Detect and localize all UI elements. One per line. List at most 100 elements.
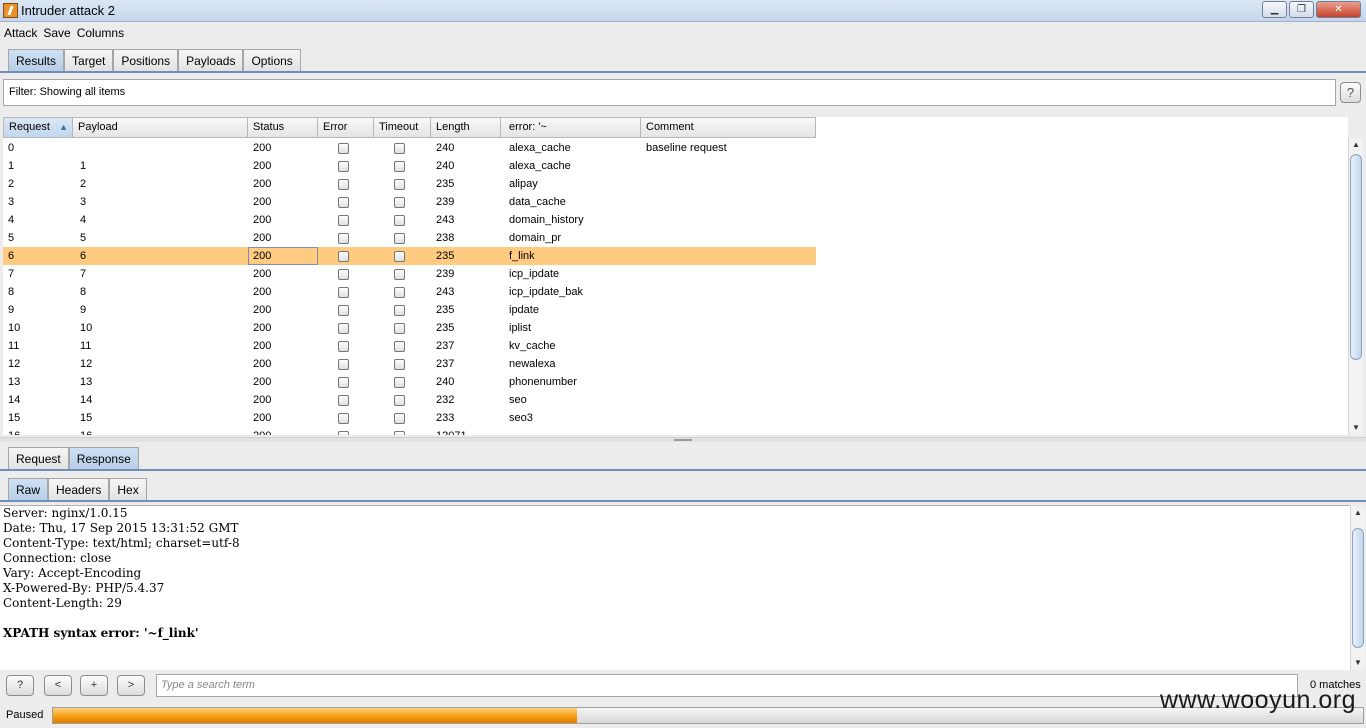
scroll-up-icon[interactable]: ▲ <box>1351 506 1365 520</box>
table-row[interactable]: 2 2 200 235 alipay <box>3 175 816 193</box>
column-grep[interactable]: error: '~ <box>501 117 641 138</box>
tab-response[interactable]: Response <box>68 447 139 470</box>
tab-target[interactable]: Target <box>64 49 114 72</box>
error-checkbox[interactable] <box>338 215 349 226</box>
table-row[interactable]: 9 9 200 235 ipdate <box>3 301 816 319</box>
search-options-button[interactable]: + <box>80 675 108 696</box>
tab-results[interactable]: Results <box>8 49 65 72</box>
tab-hex[interactable]: Hex <box>109 478 147 501</box>
table-row[interactable]: 10 10 200 235 iplist <box>3 319 816 337</box>
timeout-checkbox[interactable] <box>394 323 405 334</box>
cell-request: 5 <box>8 232 15 244</box>
column-payload[interactable]: Payload <box>73 117 248 138</box>
cell-error <box>318 301 374 319</box>
timeout-checkbox[interactable] <box>394 305 405 316</box>
timeout-checkbox[interactable] <box>394 359 405 370</box>
column-timeout[interactable]: Timeout <box>374 117 431 138</box>
filter-help-button[interactable]: ? <box>1340 82 1361 103</box>
tab-payloads[interactable]: Payloads <box>178 49 244 72</box>
column-comment[interactable]: Comment <box>641 117 816 138</box>
error-checkbox[interactable] <box>338 431 349 435</box>
tab-request[interactable]: Request <box>8 447 69 470</box>
maximize-button[interactable]: ❐ <box>1289 1 1314 18</box>
table-row[interactable]: 14 14 200 232 seo <box>3 391 816 409</box>
cell-comment <box>641 247 816 265</box>
error-checkbox[interactable] <box>338 233 349 244</box>
menu-attack[interactable]: Attack <box>0 23 39 40</box>
table-row[interactable]: 13 13 200 240 phonenumber <box>3 373 816 391</box>
search-previous-button[interactable]: < <box>44 675 72 696</box>
timeout-checkbox[interactable] <box>394 287 405 298</box>
scroll-thumb[interactable] <box>1350 154 1362 360</box>
error-checkbox[interactable] <box>338 323 349 334</box>
error-checkbox[interactable] <box>338 305 349 316</box>
response-scrollbar[interactable]: ▲ ▼ <box>1350 506 1365 670</box>
table-row[interactable]: 11 11 200 237 kv_cache <box>3 337 816 355</box>
menu-save[interactable]: Save <box>39 23 72 40</box>
table-row[interactable]: 15 15 200 233 seo3 <box>3 409 816 427</box>
tab-headers[interactable]: Headers <box>48 478 110 501</box>
error-checkbox[interactable] <box>338 251 349 262</box>
timeout-checkbox[interactable] <box>394 413 405 424</box>
table-body: 0 200 240 alexa_cache baseline request 1 1 200 2… <box>3 139 816 435</box>
search-next-button[interactable]: > <box>117 675 145 696</box>
table-scrollbar[interactable]: ▲ ▼ <box>1348 138 1363 435</box>
search-help-button[interactable]: ? <box>6 675 34 696</box>
table-row[interactable]: 3 3 200 239 data_cache <box>3 193 816 211</box>
tab-options[interactable]: Options <box>243 49 301 72</box>
timeout-checkbox[interactable] <box>394 395 405 406</box>
table-row[interactable]: 161620012071 <box>3 427 816 435</box>
scroll-down-icon[interactable]: ▼ <box>1349 421 1363 435</box>
error-checkbox[interactable] <box>338 161 349 172</box>
close-button[interactable]: ✕ <box>1316 1 1361 18</box>
table-row[interactable]: 4 4 200 243 domain_history <box>3 211 816 229</box>
error-checkbox[interactable] <box>338 395 349 406</box>
timeout-checkbox[interactable] <box>394 251 405 262</box>
filter-text: Showing all items <box>39 86 126 98</box>
response-line: Connection: close <box>3 551 112 565</box>
scroll-thumb[interactable] <box>1352 528 1364 648</box>
error-checkbox[interactable] <box>338 197 349 208</box>
error-checkbox[interactable] <box>338 413 349 424</box>
timeout-checkbox[interactable] <box>394 269 405 280</box>
scroll-down-icon[interactable]: ▼ <box>1351 656 1365 670</box>
column-status[interactable]: Status <box>248 117 318 138</box>
menu-columns[interactable]: Columns <box>73 23 126 40</box>
table-row[interactable]: 7 7 200 239 icp_ipdate <box>3 265 816 283</box>
minimize-button[interactable]: ▁ <box>1262 1 1287 18</box>
table-row[interactable]: 0 200 240 alexa_cache baseline request <box>3 139 816 157</box>
error-checkbox[interactable] <box>338 143 349 154</box>
table-row[interactable]: 1 1 200 240 alexa_cache <box>3 157 816 175</box>
table-row[interactable]: 6 6 200 235 f_link <box>3 247 816 265</box>
search-input[interactable]: Type a search term <box>156 674 1298 697</box>
tab-raw[interactable]: Raw <box>8 478 49 501</box>
error-checkbox[interactable] <box>338 341 349 352</box>
timeout-checkbox[interactable] <box>394 377 405 388</box>
raw-response-editor[interactable]: Server: nginx/1.0.15 Date: Thu, 17 Sep 2… <box>0 505 1350 670</box>
error-checkbox[interactable] <box>338 269 349 280</box>
timeout-checkbox[interactable] <box>394 179 405 190</box>
pane-splitter[interactable] <box>0 437 1366 442</box>
column-request[interactable]: Request ▲ <box>3 117 73 138</box>
cell-comment <box>641 157 816 175</box>
table-row[interactable]: 8 8 200 243 icp_ipdate_bak <box>3 283 816 301</box>
table-row[interactable]: 12 12 200 237 newalexa <box>3 355 816 373</box>
column-length[interactable]: Length <box>431 117 501 138</box>
error-checkbox[interactable] <box>338 287 349 298</box>
timeout-checkbox[interactable] <box>394 215 405 226</box>
table-row[interactable]: 5 5 200 238 domain_pr <box>3 229 816 247</box>
cell-timeout <box>374 247 431 265</box>
column-error[interactable]: Error <box>318 117 374 138</box>
scroll-up-icon[interactable]: ▲ <box>1349 138 1363 152</box>
tab-positions[interactable]: Positions <box>113 49 179 72</box>
error-checkbox[interactable] <box>338 377 349 388</box>
error-checkbox[interactable] <box>338 359 349 370</box>
timeout-checkbox[interactable] <box>394 161 405 172</box>
filter-bar[interactable]: Filter: Showing all items <box>3 79 1336 106</box>
timeout-checkbox[interactable] <box>394 233 405 244</box>
timeout-checkbox[interactable] <box>394 197 405 208</box>
timeout-checkbox[interactable] <box>394 341 405 352</box>
timeout-checkbox[interactable] <box>394 143 405 154</box>
error-checkbox[interactable] <box>338 179 349 190</box>
timeout-checkbox[interactable] <box>394 431 405 435</box>
